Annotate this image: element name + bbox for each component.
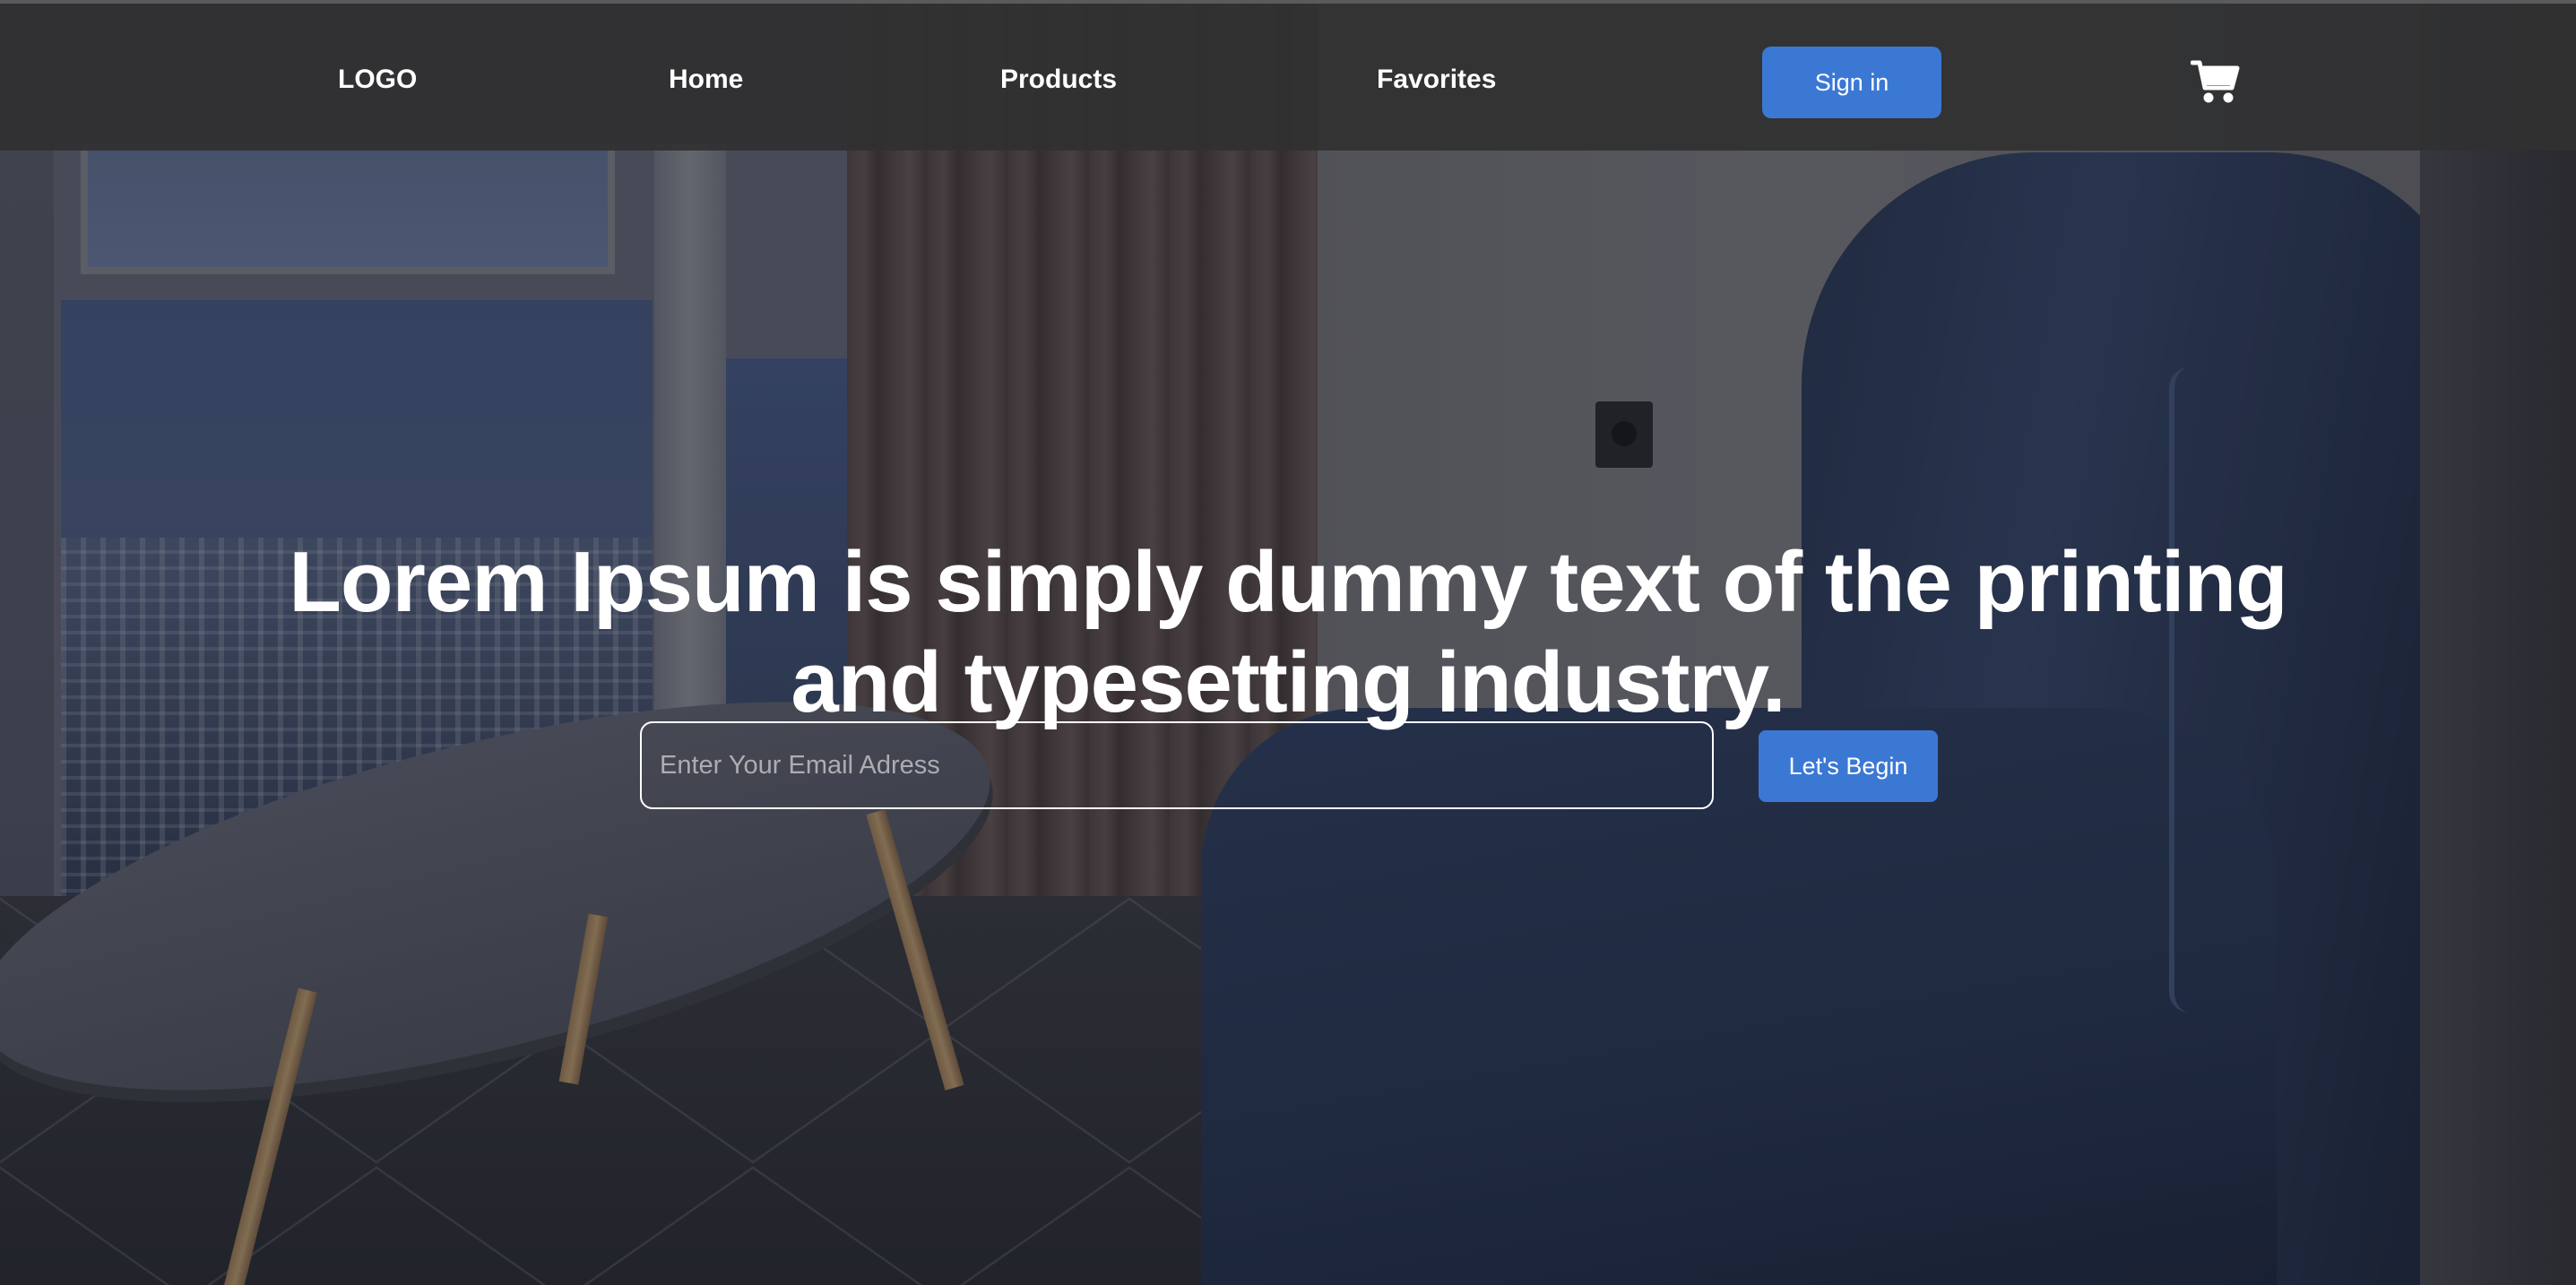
top-nav: LOGO Home Products Favorites Sign in xyxy=(0,0,2576,151)
hero-title: Lorem Ipsum is simply dummy text of the … xyxy=(0,532,2576,733)
logo[interactable]: LOGO xyxy=(338,65,417,95)
sign-in-button[interactable]: Sign in xyxy=(1762,47,1941,118)
landing-page: LOGO Home Products Favorites Sign in Lor… xyxy=(0,0,2576,1285)
lets-begin-button[interactable]: Let's Begin xyxy=(1759,730,1938,802)
hero-title-line-1: Lorem Ipsum is simply dummy text of the … xyxy=(289,534,2288,631)
nav-link-products[interactable]: Products xyxy=(1000,65,1117,95)
hero-title-line-2: and typesetting industry. xyxy=(791,634,1785,731)
email-input[interactable] xyxy=(640,721,1714,809)
shopping-cart-icon[interactable] xyxy=(2190,57,2241,108)
nav-link-favorites[interactable]: Favorites xyxy=(1377,65,1496,95)
nav-link-home[interactable]: Home xyxy=(669,65,743,95)
